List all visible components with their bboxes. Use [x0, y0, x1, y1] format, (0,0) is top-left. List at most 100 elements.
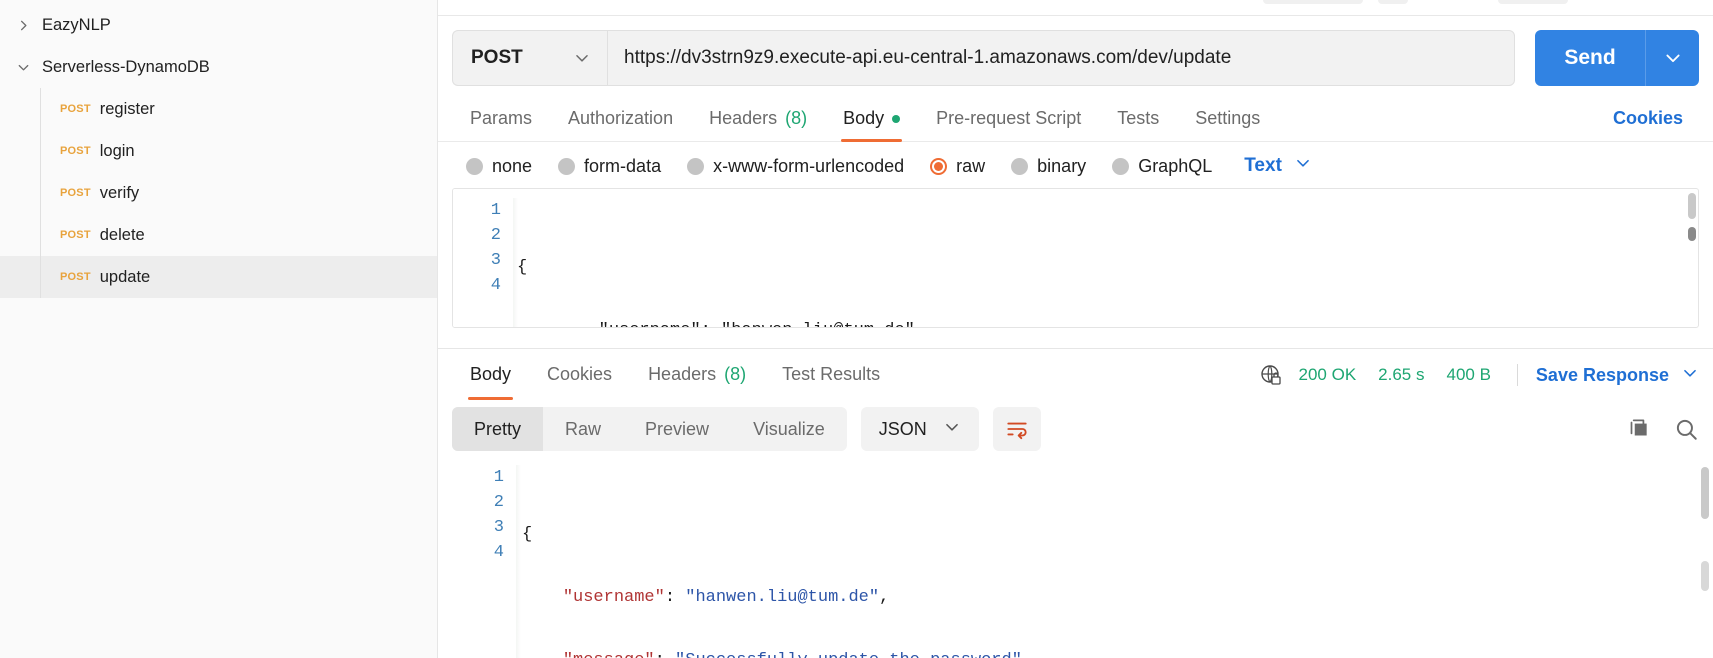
tab-label: Cookies — [547, 364, 612, 385]
body-type-raw[interactable]: raw — [930, 156, 985, 177]
response-scrollbar-thumb[interactable] — [1701, 561, 1709, 591]
url-bar: POST https://dv3strn9z9.execute-api.eu-c… — [438, 16, 1713, 98]
view-mode-preview[interactable]: Preview — [623, 407, 731, 451]
tab-label: Authorization — [568, 108, 673, 129]
cookies-link[interactable]: Cookies — [1603, 98, 1699, 141]
request-name: verify — [100, 184, 139, 203]
search-icon[interactable] — [1673, 416, 1699, 442]
send-button[interactable]: Send — [1535, 30, 1645, 86]
line-number: 4 — [453, 273, 513, 298]
line-number: 2 — [453, 223, 513, 248]
tab-label: Tests — [1117, 108, 1159, 129]
request-editor-scrollbar[interactable] — [1688, 193, 1696, 323]
radio-icon — [1112, 158, 1129, 175]
option-label: binary — [1037, 156, 1086, 177]
code-text: { — [517, 258, 527, 277]
word-wrap-toggle[interactable] — [993, 407, 1041, 451]
response-tab-headers[interactable]: Headers (8) — [630, 352, 764, 399]
response-scrollbar-thumb[interactable] — [1701, 467, 1709, 519]
method-badge: POST — [60, 187, 91, 199]
chevron-down-icon — [1294, 154, 1312, 178]
response-format-select[interactable]: JSON — [861, 407, 979, 451]
sidebar-request-verify[interactable]: POST verify — [0, 172, 437, 214]
tab-label: Body — [470, 364, 511, 385]
code-punct: : — [655, 651, 675, 658]
body-modified-dot-icon — [892, 115, 900, 123]
main-pane: POST https://dv3strn9z9.execute-api.eu-c… — [438, 0, 1713, 658]
sidebar-request-login[interactable]: POST login — [0, 130, 437, 172]
chevron-down-icon — [1681, 364, 1699, 387]
tab-headers[interactable]: Headers (8) — [691, 98, 825, 141]
sidebar-collection-serverless-dynamodb[interactable]: Serverless-DynamoDB — [0, 46, 437, 88]
tab-settings[interactable]: Settings — [1177, 98, 1278, 141]
tab-pre-request-script[interactable]: Pre-request Script — [918, 98, 1099, 141]
request-editor-gutter: 1 2 3 4 — [453, 189, 513, 327]
line-number: 3 — [438, 515, 516, 540]
radio-icon — [1011, 158, 1028, 175]
option-label: x-www-form-urlencoded — [713, 156, 904, 177]
tab-count: (8) — [785, 108, 807, 129]
http-method-value: POST — [471, 47, 523, 69]
line-number: 3 — [453, 248, 513, 273]
save-response-button[interactable]: Save Response — [1536, 364, 1699, 387]
response-body: 1 2 3 4 { "username": "hanwen.liu@tum.de… — [438, 461, 1713, 658]
code-line: "username": "hanwen.liu@tum.de", — [522, 585, 1713, 610]
response-tab-test-results[interactable]: Test Results — [764, 352, 898, 399]
response-tab-cookies[interactable]: Cookies — [529, 352, 630, 399]
copy-icon[interactable] — [1625, 416, 1651, 442]
postman-window: EazyNLP Serverless-DynamoDB POST registe… — [0, 0, 1713, 658]
radio-icon — [558, 158, 575, 175]
view-mode-visualize[interactable]: Visualize — [731, 407, 847, 451]
scrollbar-thumb[interactable] — [1688, 227, 1696, 241]
tab-body[interactable]: Body — [825, 98, 918, 141]
tab-label: Params — [470, 108, 532, 129]
radio-selected-icon — [930, 158, 947, 175]
scrollbar-thumb[interactable] — [1688, 193, 1696, 219]
request-name: register — [100, 100, 155, 119]
url-input[interactable]: https://dv3strn9z9.execute-api.eu-centra… — [607, 30, 1515, 86]
sidebar-request-delete[interactable]: POST delete — [0, 214, 437, 256]
code-line: "message": "Successfully update the pass… — [522, 648, 1713, 658]
response-tab-body[interactable]: Body — [452, 352, 529, 399]
response-status-bar: 200 OK 2.65 s 400 B Save Response — [1259, 363, 1699, 387]
body-type-form-data[interactable]: form-data — [558, 156, 661, 177]
indent-dots: · · · · — [517, 321, 599, 327]
chevron-down-icon — [1663, 48, 1683, 68]
json-key: "username" — [563, 588, 665, 607]
collection-name: EazyNLP — [42, 16, 111, 35]
tab-tests[interactable]: Tests — [1099, 98, 1177, 141]
body-type-x-www-form-urlencoded[interactable]: x-www-form-urlencoded — [687, 156, 904, 177]
response-gutter: 1 2 3 4 — [438, 465, 516, 658]
tab-label: Headers — [709, 108, 777, 129]
json-value: "hanwen.liu@tum.de" — [685, 588, 879, 607]
option-label: raw — [956, 156, 985, 177]
body-type-binary[interactable]: binary — [1011, 156, 1086, 177]
body-type-graphql[interactable]: GraphQL — [1112, 156, 1212, 177]
tab-params[interactable]: Params — [452, 98, 550, 141]
sidebar-collection-eazynlp[interactable]: EazyNLP — [0, 4, 437, 46]
request-body-code[interactable]: { · · · · "username": "hanwen.liu@tum.de… — [513, 189, 1698, 327]
tab-authorization[interactable]: Authorization — [550, 98, 691, 141]
code-punct: { — [522, 525, 532, 544]
line-number: 1 — [453, 198, 513, 223]
divider — [1517, 364, 1518, 386]
raw-format-select[interactable]: Text — [1244, 154, 1312, 178]
request-body-editor[interactable]: 1 2 3 4 { · · · · "username": "hanwen.li… — [452, 188, 1699, 328]
body-type-options: none form-data x-www-form-urlencoded raw… — [438, 142, 1713, 188]
line-number: 1 — [438, 465, 516, 490]
sidebar-request-register[interactable]: POST register — [0, 88, 437, 130]
sidebar-request-update[interactable]: POST update — [0, 256, 437, 298]
body-type-none[interactable]: none — [466, 156, 532, 177]
chevron-right-icon — [10, 12, 36, 38]
line-number: 4 — [438, 540, 516, 565]
save-response-label: Save Response — [1536, 365, 1669, 386]
view-mode-pretty[interactable]: Pretty — [452, 407, 543, 451]
collection-name: Serverless-DynamoDB — [42, 58, 210, 77]
tab-bar-strip — [438, 0, 1713, 16]
method-badge: POST — [60, 103, 91, 115]
view-mode-raw[interactable]: Raw — [543, 407, 623, 451]
request-name: delete — [100, 226, 145, 245]
response-body-code[interactable]: { "username": "hanwen.liu@tum.de", "mess… — [516, 465, 1713, 658]
send-options-button[interactable] — [1645, 30, 1699, 86]
http-method-select[interactable]: POST — [452, 30, 607, 86]
